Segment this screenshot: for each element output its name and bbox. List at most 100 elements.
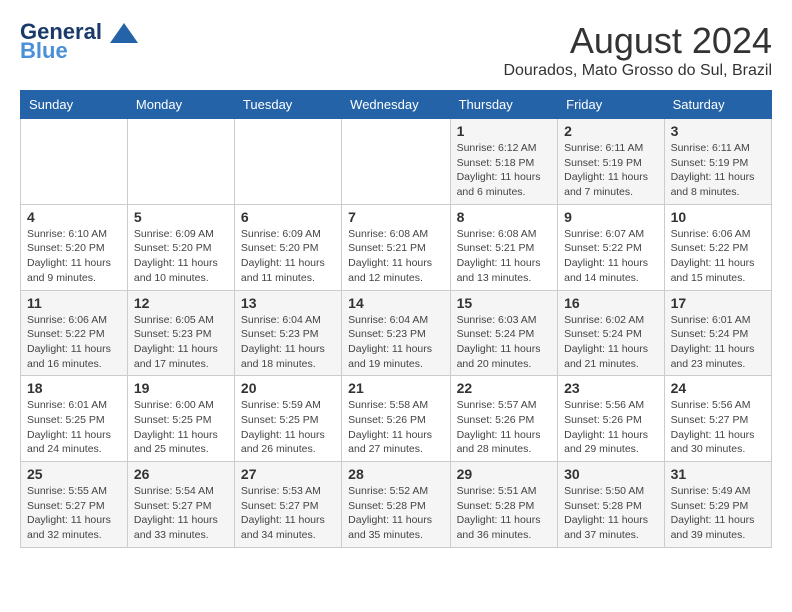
day-number: 6 (241, 209, 335, 225)
day-number: 3 (671, 123, 765, 139)
calendar-cell: 14 Sunrise: 6:04 AM Sunset: 5:23 PM Dayli… (342, 290, 450, 376)
calendar-cell: 15 Sunrise: 6:03 AM Sunset: 5:24 PM Dayli… (450, 290, 558, 376)
day-detail: Sunrise: 6:07 AM Sunset: 5:22 PM Dayligh… (564, 227, 657, 286)
day-number: 25 (27, 466, 121, 482)
day-number: 5 (134, 209, 228, 225)
day-number: 23 (564, 380, 657, 396)
day-detail: Sunrise: 6:00 AM Sunset: 5:25 PM Dayligh… (134, 398, 228, 457)
calendar-cell: 24 Sunrise: 5:56 AM Sunset: 5:27 PM Dayli… (664, 376, 771, 462)
calendar-cell: 18Sunrise: 6:01 AM Sunset: 5:25 PM Dayli… (21, 376, 128, 462)
calendar-cell: 9 Sunrise: 6:07 AM Sunset: 5:22 PM Daylig… (558, 204, 664, 290)
day-detail: Sunrise: 6:09 AM Sunset: 5:20 PM Dayligh… (134, 227, 228, 286)
day-detail: Sunrise: 5:50 AM Sunset: 5:28 PM Dayligh… (564, 484, 657, 543)
calendar-week-row: 1Sunrise: 6:12 AM Sunset: 5:18 PM Daylig… (21, 119, 772, 205)
day-detail: Sunrise: 6:04 AM Sunset: 5:23 PM Dayligh… (241, 313, 335, 372)
day-number: 28 (348, 466, 443, 482)
day-detail: Sunrise: 6:06 AM Sunset: 5:22 PM Dayligh… (27, 313, 121, 372)
day-number: 4 (27, 209, 121, 225)
day-detail: Sunrise: 6:08 AM Sunset: 5:21 PM Dayligh… (348, 227, 443, 286)
day-number: 2 (564, 123, 657, 139)
day-detail: Sunrise: 6:11 AM Sunset: 5:19 PM Dayligh… (564, 141, 657, 200)
day-number: 27 (241, 466, 335, 482)
day-number: 29 (457, 466, 552, 482)
day-detail: Sunrise: 6:04 AM Sunset: 5:23 PM Dayligh… (348, 313, 443, 372)
calendar-table: SundayMondayTuesdayWednesdayThursdayFrid… (20, 90, 772, 548)
calendar-cell: 31 Sunrise: 5:49 AM Sunset: 5:29 PM Dayli… (664, 462, 771, 548)
location-subtitle: Dourados, Mato Grosso do Sul, Brazil (503, 62, 772, 80)
day-number: 22 (457, 380, 552, 396)
calendar-cell: 8 Sunrise: 6:08 AM Sunset: 5:21 PM Daylig… (450, 204, 558, 290)
day-detail: Sunrise: 5:52 AM Sunset: 5:28 PM Dayligh… (348, 484, 443, 543)
day-detail: Sunrise: 5:55 AM Sunset: 5:27 PM Dayligh… (27, 484, 121, 543)
day-number: 8 (457, 209, 552, 225)
day-detail: Sunrise: 5:49 AM Sunset: 5:29 PM Dayligh… (671, 484, 765, 543)
day-number: 18 (27, 380, 121, 396)
day-detail: Sunrise: 5:51 AM Sunset: 5:28 PM Dayligh… (457, 484, 552, 543)
col-header-thursday: Thursday (450, 91, 558, 119)
col-header-tuesday: Tuesday (234, 91, 341, 119)
day-number: 10 (671, 209, 765, 225)
calendar-cell: 5 Sunrise: 6:09 AM Sunset: 5:20 PM Daylig… (127, 204, 234, 290)
day-number: 15 (457, 295, 552, 311)
day-detail: Sunrise: 6:02 AM Sunset: 5:24 PM Dayligh… (564, 313, 657, 372)
logo-icon (110, 23, 138, 43)
calendar-cell: 2 Sunrise: 6:11 AM Sunset: 5:19 PM Daylig… (558, 119, 664, 205)
day-number: 24 (671, 380, 765, 396)
day-number: 13 (241, 295, 335, 311)
col-header-wednesday: Wednesday (342, 91, 450, 119)
day-detail: Sunrise: 5:56 AM Sunset: 5:26 PM Dayligh… (564, 398, 657, 457)
calendar-cell (127, 119, 234, 205)
calendar-cell: 10 Sunrise: 6:06 AM Sunset: 5:22 PM Dayli… (664, 204, 771, 290)
calendar-cell: 12Sunrise: 6:05 AM Sunset: 5:23 PM Dayli… (127, 290, 234, 376)
calendar-cell: 6 Sunrise: 6:09 AM Sunset: 5:20 PM Daylig… (234, 204, 341, 290)
day-number: 31 (671, 466, 765, 482)
day-number: 21 (348, 380, 443, 396)
calendar-cell: 1Sunrise: 6:12 AM Sunset: 5:18 PM Daylig… (450, 119, 558, 205)
calendar-cell (234, 119, 341, 205)
day-detail: Sunrise: 6:03 AM Sunset: 5:24 PM Dayligh… (457, 313, 552, 372)
calendar-week-row: 25 Sunrise: 5:55 AM Sunset: 5:27 PM Dayli… (21, 462, 772, 548)
day-number: 9 (564, 209, 657, 225)
day-detail: Sunrise: 6:12 AM Sunset: 5:18 PM Dayligh… (457, 141, 552, 200)
day-number: 7 (348, 209, 443, 225)
calendar-cell: 17 Sunrise: 6:01 AM Sunset: 5:24 PM Dayli… (664, 290, 771, 376)
day-detail: Sunrise: 6:06 AM Sunset: 5:22 PM Dayligh… (671, 227, 765, 286)
day-number: 17 (671, 295, 765, 311)
calendar-cell: 29 Sunrise: 5:51 AM Sunset: 5:28 PM Dayli… (450, 462, 558, 548)
calendar-cell: 22 Sunrise: 5:57 AM Sunset: 5:26 PM Dayli… (450, 376, 558, 462)
day-detail: Sunrise: 6:01 AM Sunset: 5:24 PM Dayligh… (671, 313, 765, 372)
col-header-monday: Monday (127, 91, 234, 119)
calendar-cell: 19 Sunrise: 6:00 AM Sunset: 5:25 PM Dayli… (127, 376, 234, 462)
calendar-cell: 28 Sunrise: 5:52 AM Sunset: 5:28 PM Dayli… (342, 462, 450, 548)
calendar-header-row: SundayMondayTuesdayWednesdayThursdayFrid… (21, 91, 772, 119)
logo: General Blue (20, 20, 140, 62)
day-number: 20 (241, 380, 335, 396)
calendar-cell: 27 Sunrise: 5:53 AM Sunset: 5:27 PM Dayli… (234, 462, 341, 548)
day-number: 14 (348, 295, 443, 311)
calendar-cell: 16 Sunrise: 6:02 AM Sunset: 5:24 PM Dayli… (558, 290, 664, 376)
day-detail: Sunrise: 6:08 AM Sunset: 5:21 PM Dayligh… (457, 227, 552, 286)
col-header-saturday: Saturday (664, 91, 771, 119)
day-detail: Sunrise: 6:09 AM Sunset: 5:20 PM Dayligh… (241, 227, 335, 286)
calendar-cell: 21Sunrise: 5:58 AM Sunset: 5:26 PM Dayli… (342, 376, 450, 462)
title-area: August 2024 Dourados, Mato Grosso do Sul… (503, 20, 772, 80)
day-detail: Sunrise: 5:57 AM Sunset: 5:26 PM Dayligh… (457, 398, 552, 457)
calendar-cell (342, 119, 450, 205)
day-detail: Sunrise: 5:53 AM Sunset: 5:27 PM Dayligh… (241, 484, 335, 543)
calendar-cell: 25 Sunrise: 5:55 AM Sunset: 5:27 PM Dayli… (21, 462, 128, 548)
col-header-friday: Friday (558, 91, 664, 119)
day-detail: Sunrise: 6:11 AM Sunset: 5:19 PM Dayligh… (671, 141, 765, 200)
calendar-week-row: 11 Sunrise: 6:06 AM Sunset: 5:22 PM Dayli… (21, 290, 772, 376)
calendar-week-row: 4Sunrise: 6:10 AM Sunset: 5:20 PM Daylig… (21, 204, 772, 290)
calendar-cell: 30 Sunrise: 5:50 AM Sunset: 5:28 PM Dayli… (558, 462, 664, 548)
calendar-cell: 23 Sunrise: 5:56 AM Sunset: 5:26 PM Dayli… (558, 376, 664, 462)
day-number: 26 (134, 466, 228, 482)
calendar-cell: 3 Sunrise: 6:11 AM Sunset: 5:19 PM Daylig… (664, 119, 771, 205)
day-number: 11 (27, 295, 121, 311)
day-detail: Sunrise: 5:56 AM Sunset: 5:27 PM Dayligh… (671, 398, 765, 457)
day-number: 16 (564, 295, 657, 311)
calendar-week-row: 18Sunrise: 6:01 AM Sunset: 5:25 PM Dayli… (21, 376, 772, 462)
day-detail: Sunrise: 6:05 AM Sunset: 5:23 PM Dayligh… (134, 313, 228, 372)
day-number: 19 (134, 380, 228, 396)
day-number: 30 (564, 466, 657, 482)
